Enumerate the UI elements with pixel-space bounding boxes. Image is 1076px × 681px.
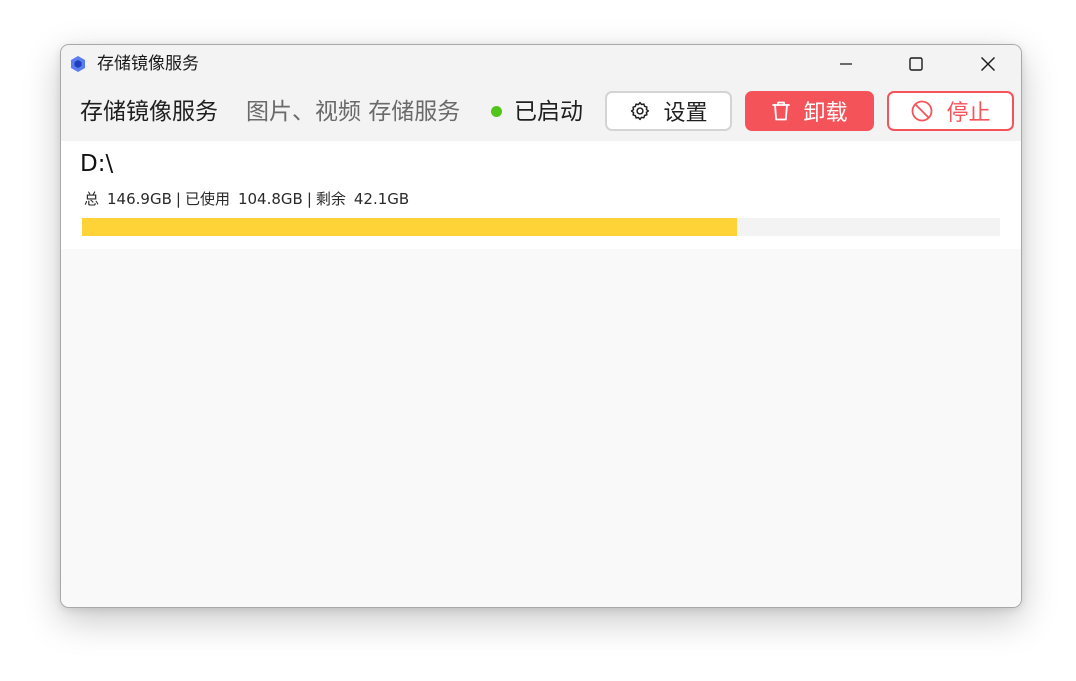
stop-button[interactable]: 停止 bbox=[887, 91, 1014, 131]
maximize-button[interactable] bbox=[883, 45, 949, 83]
total-value: 146.9GB bbox=[107, 190, 172, 208]
app-window: 存储镜像服务 存储镜像服务 图片、视频 存储服务 已启动 设置 卸载 停止 D:… bbox=[60, 44, 1022, 608]
drive-card: D:\ 总 146.9GB | 已使用 104.8GB | 剩余 42.1GB bbox=[61, 141, 1021, 249]
close-icon bbox=[981, 57, 995, 71]
service-description: 图片、视频 存储服务 bbox=[246, 99, 461, 125]
content-area bbox=[61, 249, 1021, 607]
uninstall-button[interactable]: 卸载 bbox=[745, 91, 874, 131]
close-button[interactable] bbox=[955, 45, 1021, 83]
drive-name: D:\ bbox=[80, 151, 114, 177]
stop-label: 停止 bbox=[946, 101, 991, 126]
gear-icon bbox=[631, 101, 650, 121]
status-indicator-dot bbox=[491, 106, 502, 117]
trash-icon bbox=[772, 101, 791, 121]
settings-button[interactable]: 设置 bbox=[605, 91, 732, 131]
window-title: 存储镜像服务 bbox=[97, 54, 199, 74]
service-header: 存储镜像服务 图片、视频 存储服务 已启动 设置 卸载 停止 bbox=[61, 83, 1021, 141]
total-label: 总 bbox=[84, 190, 100, 208]
minimize-icon bbox=[840, 63, 852, 65]
status-text: 已启动 bbox=[514, 99, 583, 125]
usage-bar-fill bbox=[82, 218, 737, 236]
settings-label: 设置 bbox=[663, 101, 708, 126]
maximize-icon bbox=[909, 57, 923, 71]
service-name: 存储镜像服务 bbox=[80, 99, 218, 125]
minimize-button[interactable] bbox=[813, 45, 879, 83]
stats-separator: | bbox=[306, 190, 312, 208]
usage-bar-track bbox=[82, 218, 1000, 236]
used-value: 104.8GB bbox=[237, 190, 303, 208]
stats-separator: | bbox=[175, 190, 181, 208]
used-label: 已使用 bbox=[184, 190, 230, 208]
title-bar[interactable]: 存储镜像服务 bbox=[61, 45, 1021, 83]
free-label: 剩余 bbox=[315, 190, 346, 208]
hexagon-app-icon bbox=[71, 56, 85, 72]
drive-usage-stats: 总 146.9GB | 已使用 104.8GB | 剩余 42.1GB bbox=[84, 189, 409, 209]
free-value: 42.1GB bbox=[353, 190, 410, 208]
prohibit-icon bbox=[912, 100, 933, 122]
uninstall-label: 卸载 bbox=[803, 101, 848, 126]
